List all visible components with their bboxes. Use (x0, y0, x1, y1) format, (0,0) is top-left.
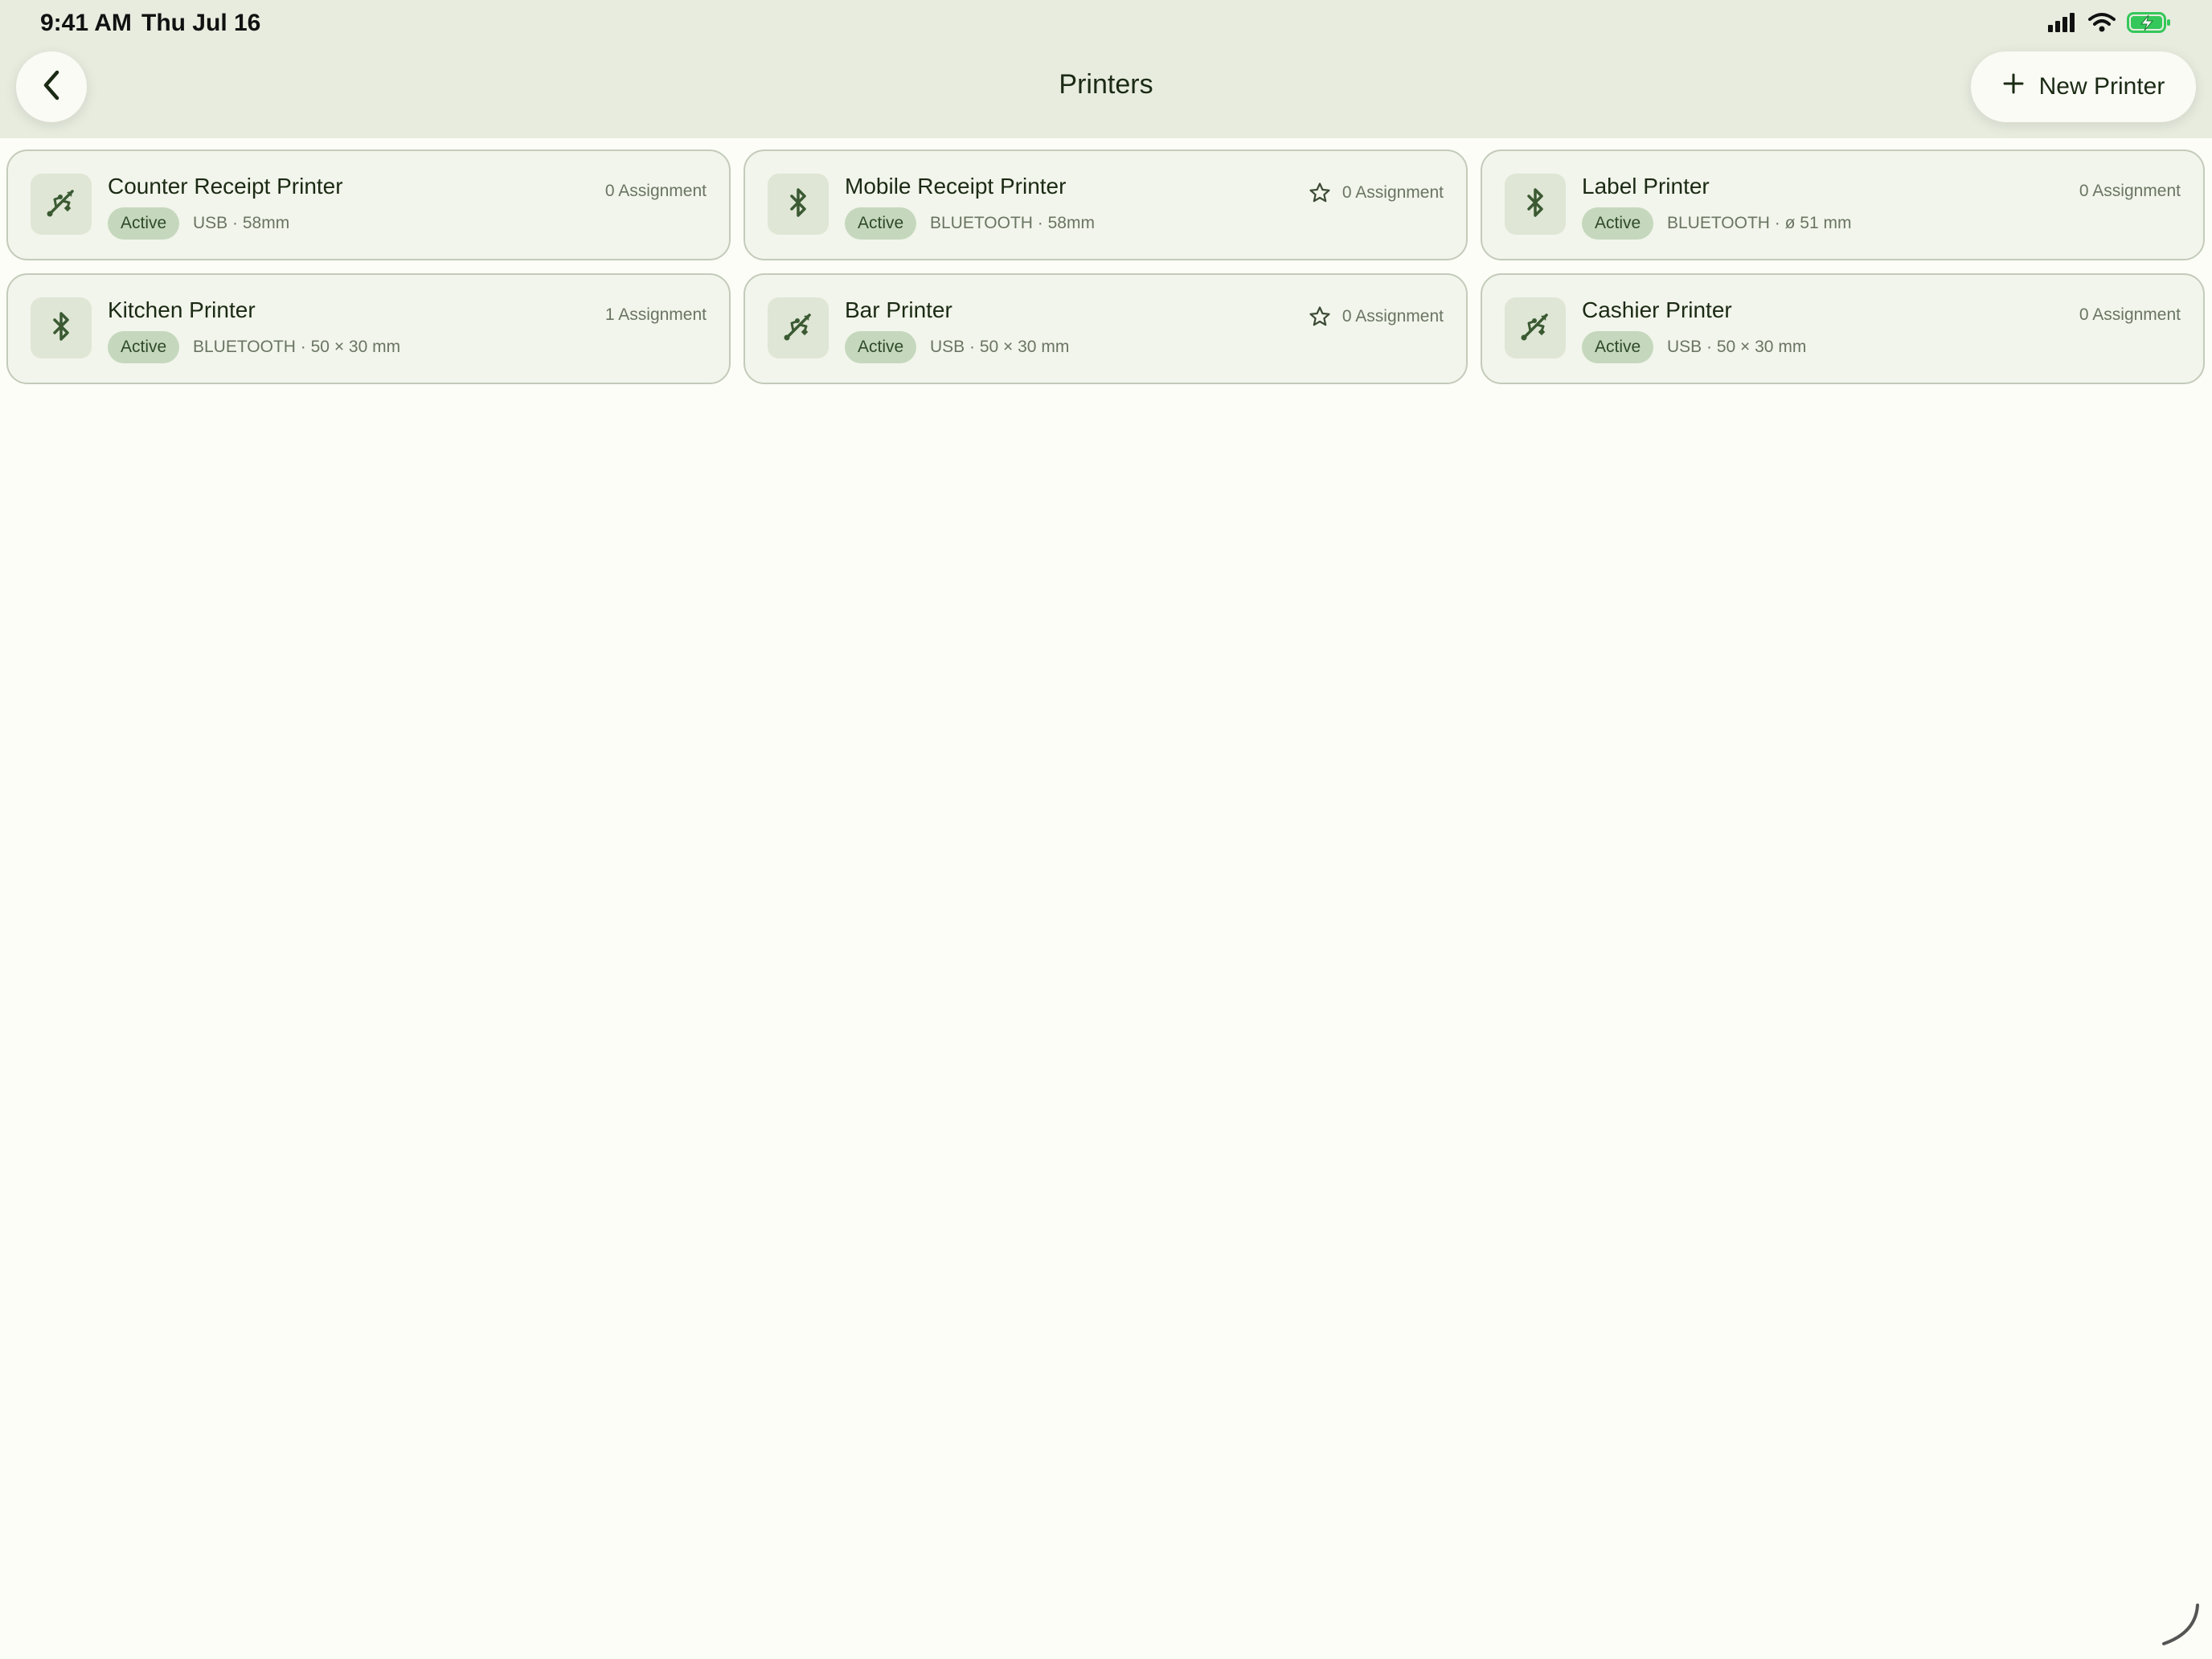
top-bar: 9:41 AM Thu Jul 16 Printers New Printer (0, 0, 2212, 138)
status-badge: Active (845, 331, 917, 363)
assignment-count: 0 Assignment (604, 182, 707, 200)
assignment-count: 0 Assignment (2079, 182, 2181, 200)
bluetooth-icon (1519, 186, 1551, 223)
assignment-info: 0 Assignment (1309, 182, 1444, 204)
bluetooth-icon (782, 186, 814, 223)
printer-name: Label Printer (1582, 174, 1710, 199)
printer-card[interactable]: Label Printer Active BLUETOOTH · ø 51 mm… (1481, 150, 2205, 260)
printer-name: Kitchen Printer (108, 297, 256, 322)
assignment-info: 1 Assignment (605, 305, 707, 325)
scroll-indicator-icon (2156, 1600, 2204, 1653)
usb-icon (1519, 310, 1551, 346)
status-date: Thu Jul 16 (141, 10, 261, 36)
printer-name: Counter Receipt Printer (108, 174, 343, 199)
printer-details: BLUETOOTH · ø 51 mm (1667, 214, 1852, 232)
status-badge: Active (108, 331, 180, 363)
connection-icon-box (768, 297, 829, 358)
printer-grid: Counter Receipt Printer Active USB · 58m… (6, 150, 2206, 384)
assignment-count: 0 Assignment (1342, 307, 1444, 326)
printer-card[interactable]: Mobile Receipt Printer Active BLUETOOTH … (743, 150, 1468, 260)
assignment-count: 0 Assignment (1342, 183, 1444, 202)
printer-details: USB · 50 × 30 mm (930, 338, 1070, 356)
printer-card[interactable]: Bar Printer Active USB · 50 × 30 mm 0 As… (743, 273, 1468, 384)
star-icon[interactable] (1309, 305, 1331, 328)
printer-name: Bar Printer (845, 297, 952, 322)
new-printer-label: New Printer (2038, 73, 2165, 100)
connection-icon-box (1505, 297, 1566, 358)
battery-charging-icon (2127, 11, 2172, 38)
printer-card[interactable]: Counter Receipt Printer Active USB · 58m… (6, 150, 731, 260)
status-badge: Active (1582, 207, 1654, 240)
cellular-signal-icon (2048, 13, 2077, 36)
assignment-info: 0 Assignment (605, 182, 707, 201)
status-time: 9:41 AM (40, 10, 132, 36)
new-printer-button[interactable]: New Printer (1971, 51, 2196, 122)
bluetooth-icon (45, 310, 77, 346)
printer-details: BLUETOOTH · 58mm (930, 214, 1095, 232)
connection-icon-box (768, 174, 829, 235)
connection-icon-box (31, 174, 92, 235)
assignment-info: 0 Assignment (2079, 182, 2181, 201)
usb-icon (45, 186, 77, 223)
plus-icon (2002, 72, 2025, 101)
status-badge: Active (1582, 331, 1654, 363)
assignment-info: 0 Assignment (2079, 305, 2181, 325)
connection-icon-box (1505, 174, 1566, 235)
status-badge: Active (845, 207, 917, 240)
connection-icon-box (31, 297, 92, 358)
star-icon[interactable] (1309, 182, 1331, 204)
page-title: Printers (1059, 69, 1153, 100)
usb-icon (782, 310, 814, 346)
status-badge: Active (108, 207, 180, 240)
status-icons (2048, 11, 2172, 38)
printer-name: Cashier Printer (1582, 297, 1732, 322)
printer-details: USB · 50 × 30 mm (1667, 338, 1807, 356)
assignment-count: 1 Assignment (604, 305, 707, 324)
assignment-info: 0 Assignment (1309, 305, 1444, 328)
printer-details: USB · 58mm (193, 214, 290, 232)
printer-name: Mobile Receipt Printer (845, 174, 1067, 199)
wifi-icon (2088, 12, 2116, 37)
assignment-count: 0 Assignment (2079, 305, 2181, 324)
printer-card[interactable]: Cashier Printer Active USB · 50 × 30 mm … (1481, 273, 2205, 384)
printer-details: BLUETOOTH · 50 × 30 mm (193, 338, 401, 356)
printer-card[interactable]: Kitchen Printer Active BLUETOOTH · 50 × … (6, 273, 731, 384)
